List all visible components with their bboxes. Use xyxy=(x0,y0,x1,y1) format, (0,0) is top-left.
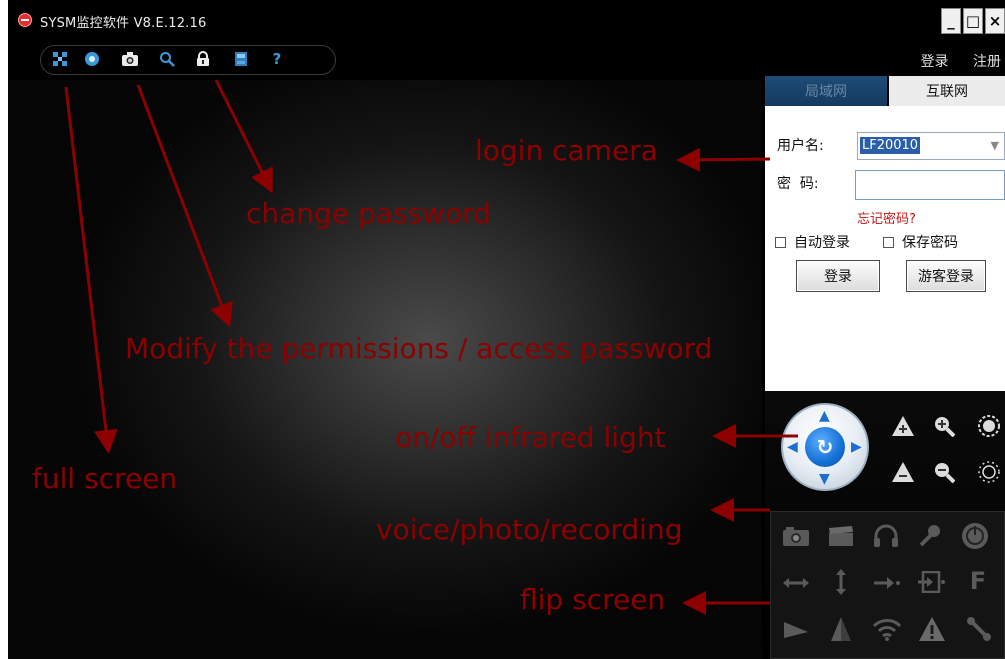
network-tabs: 局域网 互联网 xyxy=(765,76,1005,106)
camera-icon[interactable] xyxy=(121,50,139,68)
app-window: SYSM监控软件 V8.E.12.16 _ □ × ? 登录 注册 局域网 互联… xyxy=(8,0,1005,659)
record-clapper-icon[interactable] xyxy=(826,522,856,550)
annotation-flip-screen: flip screen xyxy=(520,583,666,616)
microphone-icon[interactable] xyxy=(914,522,944,550)
fullscreen-icon[interactable] xyxy=(51,50,69,68)
minimize-button[interactable]: _ xyxy=(941,8,961,34)
search-icon[interactable] xyxy=(158,50,176,68)
login-link[interactable]: 登录 xyxy=(921,54,949,70)
play-icon[interactable] xyxy=(781,616,811,644)
annotation-voice-photo: voice/photo/recording xyxy=(376,513,683,546)
headphones-icon[interactable] xyxy=(871,522,901,550)
help-icon[interactable]: ? xyxy=(268,50,286,68)
lock-icon[interactable] xyxy=(194,50,212,68)
flip-vertical-icon[interactable] xyxy=(828,567,854,597)
username-select[interactable]: LF20010 ▼ xyxy=(857,132,1005,160)
tab-lan[interactable]: 局域网 xyxy=(765,76,887,106)
auto-login-label: 自动登录 xyxy=(794,235,850,251)
iris-open-icon[interactable] xyxy=(976,413,1002,439)
save-password-checkbox[interactable]: 保存密码 xyxy=(883,232,958,252)
tab-internet[interactable]: 互联网 xyxy=(889,76,1005,106)
window-controls: _ □ × xyxy=(939,8,1005,34)
annotation-change-password: change password xyxy=(246,197,491,230)
alarm-warning-icon[interactable] xyxy=(916,614,948,644)
register-link[interactable]: 注册 xyxy=(973,54,1001,70)
annotation-login-camera: login camera xyxy=(475,134,658,167)
ptz-controls: ▲ ▼ ◀ ▶ ↻ F xyxy=(765,391,1005,659)
chevron-down-icon[interactable]: ▼ xyxy=(991,139,999,152)
power-icon[interactable] xyxy=(959,520,991,552)
login-button[interactable]: 登录 xyxy=(796,260,880,292)
annotation-full-screen: full screen xyxy=(32,462,178,495)
ptz-auto-cruise-icon[interactable]: ↻ xyxy=(805,427,845,467)
close-button[interactable]: × xyxy=(985,8,1005,34)
function-grid: F xyxy=(770,511,1005,659)
ptz-left-icon[interactable]: ◀ xyxy=(787,439,798,455)
focus-plus-icon[interactable] xyxy=(890,413,916,439)
enter-icon[interactable] xyxy=(916,568,946,596)
maximize-button[interactable]: □ xyxy=(963,8,983,34)
guest-login-button[interactable]: 游客登录 xyxy=(906,260,986,292)
ptz-right-icon[interactable]: ▶ xyxy=(851,439,862,455)
annotation-modify-permissions: Modify the permissions / access password xyxy=(125,332,713,365)
flip-horizontal-icon[interactable] xyxy=(781,570,811,596)
auto-login-checkbox[interactable]: 自动登录 xyxy=(775,232,850,252)
account-links: 登录 注册 xyxy=(901,51,1001,71)
f-icon[interactable]: F xyxy=(966,566,990,596)
app-logo-icon xyxy=(18,13,32,27)
password-label: 密 码: xyxy=(777,176,819,192)
zoom-out-icon[interactable] xyxy=(931,459,957,485)
record-icon[interactable] xyxy=(83,50,101,68)
window-title: SYSM监控软件 V8.E.12.16 xyxy=(40,16,207,31)
wifi-icon[interactable] xyxy=(871,614,903,644)
username-label: 用户名: xyxy=(777,138,824,154)
focus-minus-icon[interactable] xyxy=(890,459,916,485)
auto-login-box[interactable] xyxy=(775,236,786,248)
right-panel: 局域网 互联网 用户名: LF20010 ▼ 密 码: 忘记密码? 自动登录 保… xyxy=(765,76,1005,659)
photo-icon[interactable] xyxy=(781,522,811,550)
zoom-in-icon[interactable] xyxy=(931,413,957,439)
ptz-dpad[interactable]: ▲ ▼ ◀ ▶ ↻ xyxy=(781,403,869,491)
annotation-infrared: on/off infrared light xyxy=(395,421,666,454)
ptz-down-icon[interactable]: ▼ xyxy=(819,471,830,487)
wrench-icon[interactable] xyxy=(963,614,995,644)
login-form: 用户名: LF20010 ▼ 密 码: 忘记密码? 自动登录 保存密码 登录 游… xyxy=(765,106,1005,391)
ptz-up-icon[interactable]: ▲ xyxy=(819,408,830,424)
password-input[interactable] xyxy=(855,170,1005,200)
save-password-label: 保存密码 xyxy=(902,235,958,251)
title-bar: SYSM监控软件 V8.E.12.16 _ □ × xyxy=(8,0,1005,40)
username-value: LF20010 xyxy=(860,137,921,154)
save-password-box[interactable] xyxy=(883,236,894,248)
save-icon[interactable] xyxy=(232,50,250,68)
arrow-right-icon[interactable] xyxy=(871,570,901,596)
mirror-icon[interactable] xyxy=(826,614,856,644)
toolbar: ? 登录 注册 xyxy=(8,40,1005,80)
forgot-password-link[interactable]: 忘记密码? xyxy=(857,208,916,227)
iris-close-icon[interactable] xyxy=(976,459,1002,485)
